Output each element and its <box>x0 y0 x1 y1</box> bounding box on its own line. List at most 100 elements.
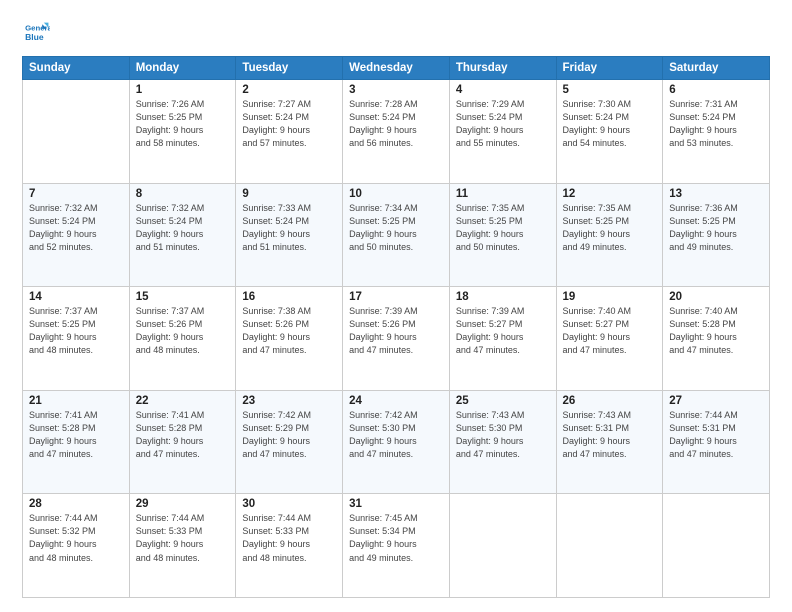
day-info: Sunrise: 7:44 AM Sunset: 5:31 PM Dayligh… <box>669 409 763 461</box>
day-info: Sunrise: 7:30 AM Sunset: 5:24 PM Dayligh… <box>563 98 657 150</box>
day-number: 22 <box>136 395 230 407</box>
day-number: 31 <box>349 498 443 510</box>
day-info: Sunrise: 7:42 AM Sunset: 5:30 PM Dayligh… <box>349 409 443 461</box>
calendar-cell: 5 Sunrise: 7:30 AM Sunset: 5:24 PM Daylig… <box>556 80 663 184</box>
day-number: 17 <box>349 291 443 303</box>
page: General Blue SundayMondayTuesdayWednesda… <box>0 0 792 612</box>
weekday-tuesday: Tuesday <box>236 57 343 80</box>
day-info: Sunrise: 7:32 AM Sunset: 5:24 PM Dayligh… <box>29 202 123 254</box>
day-info: Sunrise: 7:27 AM Sunset: 5:24 PM Dayligh… <box>242 98 336 150</box>
day-number: 27 <box>669 395 763 407</box>
header: General Blue <box>22 18 770 46</box>
day-info: Sunrise: 7:35 AM Sunset: 5:25 PM Dayligh… <box>456 202 550 254</box>
weekday-wednesday: Wednesday <box>343 57 450 80</box>
calendar-cell: 29 Sunrise: 7:44 AM Sunset: 5:33 PM Dayli… <box>129 494 236 598</box>
day-number: 29 <box>136 498 230 510</box>
calendar-cell: 11 Sunrise: 7:35 AM Sunset: 5:25 PM Dayli… <box>449 183 556 287</box>
calendar-cell <box>663 494 770 598</box>
week-row-3: 14Sunrise: 7:37 AM Sunset: 5:25 PM Dayli… <box>23 287 770 391</box>
calendar-table: SundayMondayTuesdayWednesdayThursdayFrid… <box>22 56 770 598</box>
day-number: 8 <box>136 188 230 200</box>
calendar-cell: 7 Sunrise: 7:32 AM Sunset: 5:24 PM Daylig… <box>23 183 130 287</box>
day-number: 15 <box>136 291 230 303</box>
weekday-sunday: Sunday <box>23 57 130 80</box>
day-info: Sunrise: 7:39 AM Sunset: 5:26 PM Dayligh… <box>349 305 443 357</box>
calendar-cell: 4 Sunrise: 7:29 AM Sunset: 5:24 PM Daylig… <box>449 80 556 184</box>
weekday-monday: Monday <box>129 57 236 80</box>
day-number: 13 <box>669 188 763 200</box>
calendar-cell: 18 Sunrise: 7:39 AM Sunset: 5:27 PM Dayli… <box>449 287 556 391</box>
day-number: 16 <box>242 291 336 303</box>
day-info: Sunrise: 7:28 AM Sunset: 5:24 PM Dayligh… <box>349 98 443 150</box>
calendar-cell: 16Sunrise: 7:38 AM Sunset: 5:26 PM Dayli… <box>236 287 343 391</box>
calendar-cell: 26 Sunrise: 7:43 AM Sunset: 5:31 PM Dayli… <box>556 390 663 494</box>
calendar-cell: 14Sunrise: 7:37 AM Sunset: 5:25 PM Dayli… <box>23 287 130 391</box>
calendar-cell: 24 Sunrise: 7:42 AM Sunset: 5:30 PM Dayli… <box>343 390 450 494</box>
day-info: Sunrise: 7:35 AM Sunset: 5:25 PM Dayligh… <box>563 202 657 254</box>
calendar-cell: 17 Sunrise: 7:39 AM Sunset: 5:26 PM Dayli… <box>343 287 450 391</box>
day-number: 20 <box>669 291 763 303</box>
day-number: 2 <box>242 84 336 96</box>
calendar-cell: 22 Sunrise: 7:41 AM Sunset: 5:28 PM Dayli… <box>129 390 236 494</box>
day-number: 9 <box>242 188 336 200</box>
day-info: Sunrise: 7:37 AM Sunset: 5:25 PM Dayligh… <box>29 305 123 357</box>
day-number: 25 <box>456 395 550 407</box>
calendar-cell: 6 Sunrise: 7:31 AM Sunset: 5:24 PM Daylig… <box>663 80 770 184</box>
day-info: Sunrise: 7:41 AM Sunset: 5:28 PM Dayligh… <box>29 409 123 461</box>
week-row-2: 7 Sunrise: 7:32 AM Sunset: 5:24 PM Daylig… <box>23 183 770 287</box>
day-number: 18 <box>456 291 550 303</box>
calendar-cell: 9 Sunrise: 7:33 AM Sunset: 5:24 PM Daylig… <box>236 183 343 287</box>
calendar-cell: 21Sunrise: 7:41 AM Sunset: 5:28 PM Dayli… <box>23 390 130 494</box>
calendar-cell: 10Sunrise: 7:34 AM Sunset: 5:25 PM Dayli… <box>343 183 450 287</box>
day-number: 3 <box>349 84 443 96</box>
day-info: Sunrise: 7:32 AM Sunset: 5:24 PM Dayligh… <box>136 202 230 254</box>
day-info: Sunrise: 7:40 AM Sunset: 5:28 PM Dayligh… <box>669 305 763 357</box>
logo: General Blue <box>22 18 56 46</box>
calendar-cell: 19Sunrise: 7:40 AM Sunset: 5:27 PM Dayli… <box>556 287 663 391</box>
day-info: Sunrise: 7:31 AM Sunset: 5:24 PM Dayligh… <box>669 98 763 150</box>
day-number: 28 <box>29 498 123 510</box>
week-row-1: 1Sunrise: 7:26 AM Sunset: 5:25 PM Daylig… <box>23 80 770 184</box>
week-row-4: 21Sunrise: 7:41 AM Sunset: 5:28 PM Dayli… <box>23 390 770 494</box>
day-number: 7 <box>29 188 123 200</box>
day-info: Sunrise: 7:43 AM Sunset: 5:31 PM Dayligh… <box>563 409 657 461</box>
day-info: Sunrise: 7:44 AM Sunset: 5:33 PM Dayligh… <box>136 512 230 564</box>
day-info: Sunrise: 7:39 AM Sunset: 5:27 PM Dayligh… <box>456 305 550 357</box>
day-info: Sunrise: 7:42 AM Sunset: 5:29 PM Dayligh… <box>242 409 336 461</box>
day-number: 11 <box>456 188 550 200</box>
day-number: 19 <box>563 291 657 303</box>
weekday-thursday: Thursday <box>449 57 556 80</box>
calendar-cell <box>556 494 663 598</box>
svg-text:Blue: Blue <box>25 32 44 42</box>
logo-icon: General Blue <box>22 18 50 46</box>
day-number: 5 <box>563 84 657 96</box>
calendar-cell: 3 Sunrise: 7:28 AM Sunset: 5:24 PM Daylig… <box>343 80 450 184</box>
calendar-cell: 8 Sunrise: 7:32 AM Sunset: 5:24 PM Daylig… <box>129 183 236 287</box>
day-info: Sunrise: 7:34 AM Sunset: 5:25 PM Dayligh… <box>349 202 443 254</box>
calendar-cell: 15Sunrise: 7:37 AM Sunset: 5:26 PM Dayli… <box>129 287 236 391</box>
day-number: 1 <box>136 84 230 96</box>
calendar-cell <box>449 494 556 598</box>
calendar-cell: 2 Sunrise: 7:27 AM Sunset: 5:24 PM Daylig… <box>236 80 343 184</box>
day-info: Sunrise: 7:45 AM Sunset: 5:34 PM Dayligh… <box>349 512 443 564</box>
calendar-cell: 12 Sunrise: 7:35 AM Sunset: 5:25 PM Dayli… <box>556 183 663 287</box>
day-number: 24 <box>349 395 443 407</box>
calendar-cell: 1Sunrise: 7:26 AM Sunset: 5:25 PM Daylig… <box>129 80 236 184</box>
day-info: Sunrise: 7:33 AM Sunset: 5:24 PM Dayligh… <box>242 202 336 254</box>
day-info: Sunrise: 7:29 AM Sunset: 5:24 PM Dayligh… <box>456 98 550 150</box>
day-number: 4 <box>456 84 550 96</box>
calendar-cell: 23 Sunrise: 7:42 AM Sunset: 5:29 PM Dayli… <box>236 390 343 494</box>
day-number: 23 <box>242 395 336 407</box>
weekday-saturday: Saturday <box>663 57 770 80</box>
week-row-5: 28 Sunrise: 7:44 AM Sunset: 5:32 PM Dayli… <box>23 494 770 598</box>
day-info: Sunrise: 7:41 AM Sunset: 5:28 PM Dayligh… <box>136 409 230 461</box>
day-number: 12 <box>563 188 657 200</box>
calendar-cell: 25 Sunrise: 7:43 AM Sunset: 5:30 PM Dayli… <box>449 390 556 494</box>
day-number: 30 <box>242 498 336 510</box>
calendar-cell: 30Sunrise: 7:44 AM Sunset: 5:33 PM Dayli… <box>236 494 343 598</box>
day-number: 6 <box>669 84 763 96</box>
day-info: Sunrise: 7:44 AM Sunset: 5:32 PM Dayligh… <box>29 512 123 564</box>
day-number: 26 <box>563 395 657 407</box>
day-info: Sunrise: 7:43 AM Sunset: 5:30 PM Dayligh… <box>456 409 550 461</box>
weekday-friday: Friday <box>556 57 663 80</box>
